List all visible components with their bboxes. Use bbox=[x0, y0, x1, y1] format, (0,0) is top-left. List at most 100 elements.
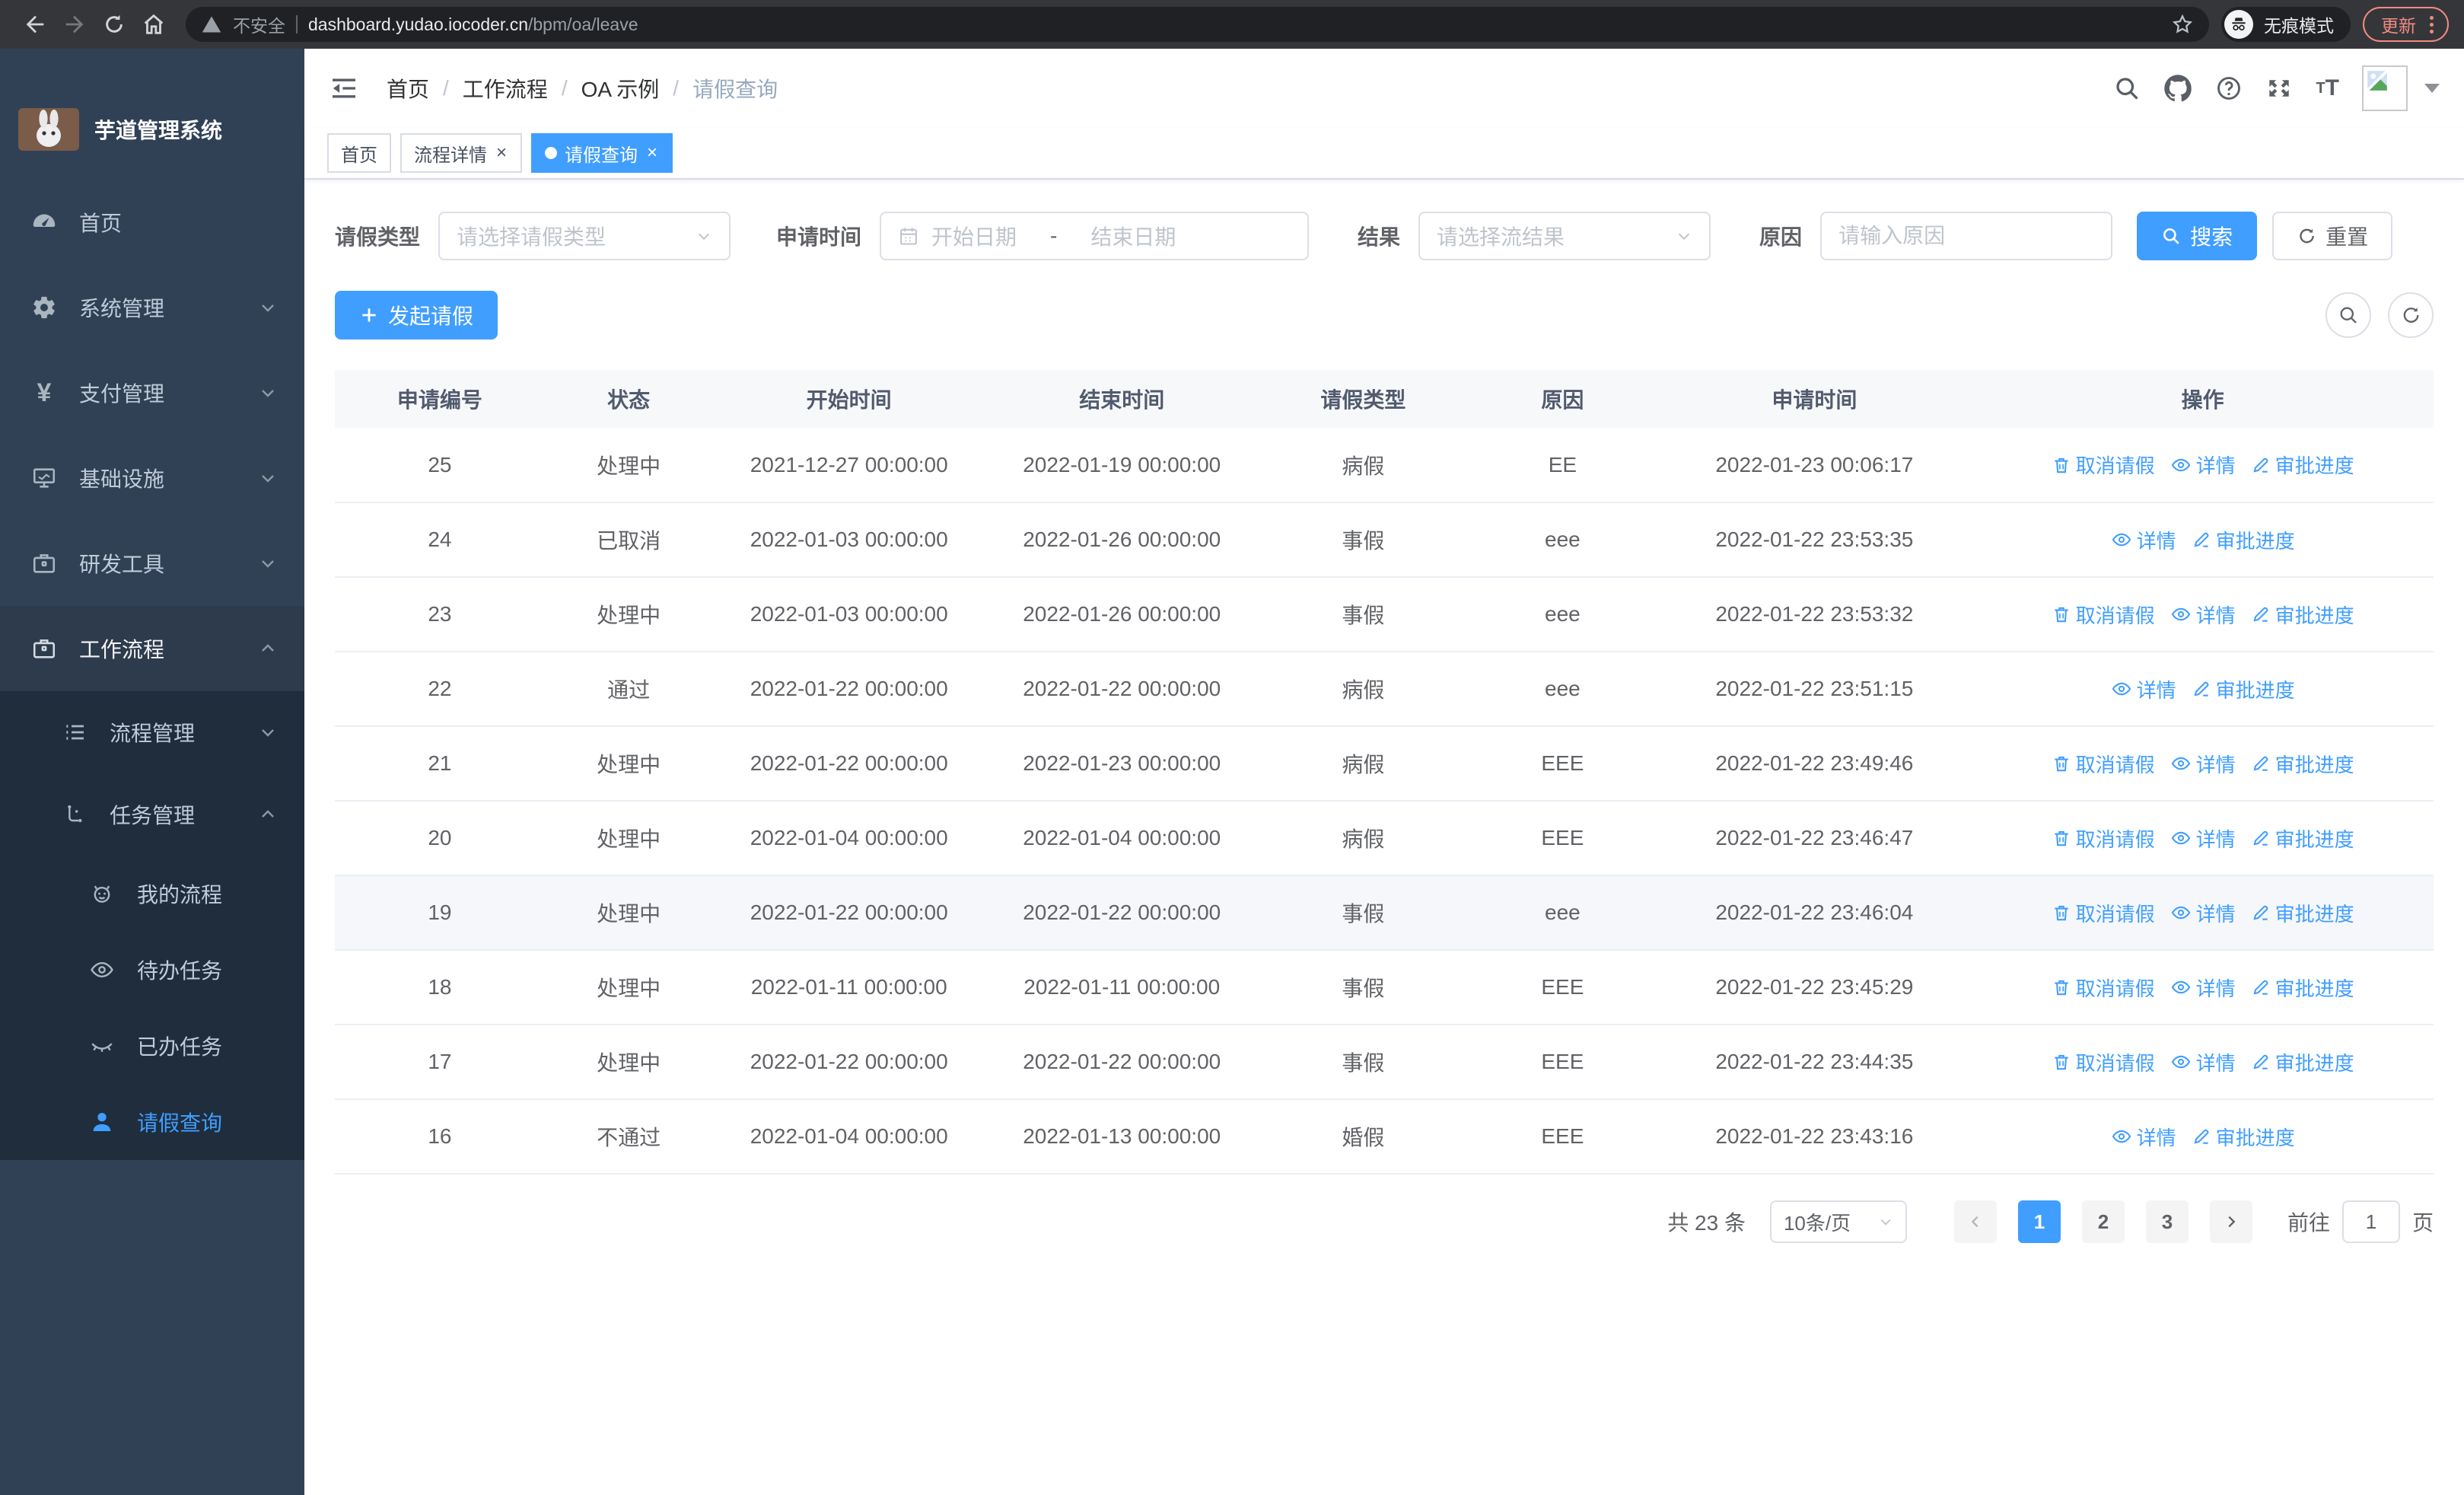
approval-progress-link[interactable]: 审批进度 bbox=[2251, 750, 2354, 778]
cancel-leave-link[interactable]: 取消请假 bbox=[2052, 451, 2155, 479]
close-icon[interactable]: × bbox=[495, 144, 508, 162]
github-icon[interactable] bbox=[2163, 74, 2192, 103]
approval-progress-link[interactable]: 审批进度 bbox=[2251, 451, 2354, 479]
cell-actions: 取消请假 详情 审批进度 bbox=[1972, 801, 2434, 876]
cell-actions: 详情 审批进度 bbox=[1972, 502, 2434, 578]
breadcrumb-item[interactable]: 首页 bbox=[387, 73, 429, 104]
reason-label: 原因 bbox=[1759, 225, 1803, 249]
bookmark-star-icon[interactable] bbox=[2171, 13, 2194, 36]
sidebar-item-payment[interactable]: ¥ 支付管理 bbox=[0, 350, 304, 435]
page-button-1[interactable]: 1 bbox=[2017, 1200, 2061, 1243]
reset-button[interactable]: 重置 bbox=[2272, 212, 2393, 260]
approval-progress-link[interactable]: 审批进度 bbox=[2192, 1123, 2295, 1151]
cell-reason: EEE bbox=[1468, 950, 1657, 1025]
reload-icon[interactable] bbox=[94, 5, 134, 44]
approval-progress-link[interactable]: 审批进度 bbox=[2192, 526, 2295, 554]
table-row: 21 处理中 2022-01-22 00:00:00 2022-01-23 00… bbox=[335, 726, 2434, 802]
fullscreen-icon[interactable] bbox=[2265, 75, 2293, 102]
update-button[interactable]: 更新 bbox=[2363, 7, 2449, 42]
sidebar-item-devtools[interactable]: 研发工具 bbox=[0, 521, 304, 606]
page-size-select[interactable]: 10条/页 bbox=[1769, 1200, 1907, 1243]
next-page-button[interactable] bbox=[2209, 1200, 2252, 1243]
sidebar-item-infra[interactable]: 基础设施 bbox=[0, 435, 304, 521]
approval-progress-link[interactable]: 审批进度 bbox=[2251, 1048, 2354, 1076]
cell-status: 处理中 bbox=[544, 726, 713, 802]
tab-leave-query[interactable]: 请假查询 × bbox=[531, 133, 673, 173]
breadcrumb-separator: / bbox=[673, 76, 680, 100]
table-row: 16 不通过 2022-01-04 00:00:00 2022-01-13 00… bbox=[335, 1099, 2434, 1175]
cell-start-time: 2022-01-22 00:00:00 bbox=[712, 1025, 985, 1100]
cell-reason: eee bbox=[1468, 652, 1657, 727]
detail-link[interactable]: 详情 bbox=[2170, 974, 2236, 1002]
approval-progress-link[interactable]: 审批进度 bbox=[2251, 824, 2354, 853]
detail-link[interactable]: 详情 bbox=[2111, 675, 2176, 703]
tab-label: 请假查询 bbox=[565, 145, 638, 166]
detail-link[interactable]: 详情 bbox=[2170, 1048, 2236, 1076]
detail-link[interactable]: 详情 bbox=[2170, 601, 2236, 629]
cancel-leave-link[interactable]: 取消请假 bbox=[2052, 750, 2155, 778]
detail-link[interactable]: 详情 bbox=[2111, 526, 2176, 554]
sidebar-item-leave-query[interactable]: 请假查询 bbox=[0, 1084, 304, 1160]
tab-home[interactable]: 首页 bbox=[327, 133, 391, 173]
cell-status: 已取消 bbox=[544, 502, 713, 578]
page-button-2[interactable]: 2 bbox=[2081, 1200, 2125, 1243]
detail-link[interactable]: 详情 bbox=[2170, 899, 2236, 927]
cell-end-time: 2022-01-04 00:00:00 bbox=[985, 801, 1259, 876]
back-icon[interactable] bbox=[15, 5, 55, 44]
apply-time-range-picker[interactable]: 开始日期 - 结束日期 bbox=[880, 212, 1310, 260]
toolbox-icon bbox=[30, 550, 58, 577]
detail-link[interactable]: 详情 bbox=[2170, 824, 2236, 853]
breadcrumb-item[interactable]: 工作流程 bbox=[463, 73, 548, 104]
search-button[interactable]: 搜索 bbox=[2137, 212, 2258, 260]
home-icon[interactable] bbox=[134, 5, 173, 44]
detail-link[interactable]: 详情 bbox=[2170, 750, 2236, 778]
sidebar-item-workflow[interactable]: 工作流程 bbox=[0, 606, 304, 691]
help-icon[interactable] bbox=[2215, 75, 2243, 102]
cancel-leave-link[interactable]: 取消请假 bbox=[2052, 1048, 2155, 1076]
cell-reason: EEE bbox=[1468, 726, 1657, 802]
result-select[interactable]: 请选择流结果 bbox=[1418, 212, 1711, 260]
caret-down-icon[interactable] bbox=[2424, 84, 2440, 93]
page-button-3[interactable]: 3 bbox=[2145, 1200, 2189, 1243]
close-icon[interactable]: × bbox=[645, 144, 659, 162]
sidebar-item-done-tasks[interactable]: 已办任务 bbox=[0, 1008, 304, 1084]
cell-end-time: 2022-01-26 00:00:00 bbox=[985, 502, 1259, 578]
url-bar[interactable]: 不安全 dashboard.yudao.iocoder.cn/bpm/oa/le… bbox=[186, 7, 2209, 42]
detail-link[interactable]: 详情 bbox=[2111, 1123, 2176, 1151]
cancel-leave-link[interactable]: 取消请假 bbox=[2052, 824, 2155, 853]
prev-page-button[interactable] bbox=[1953, 1200, 1997, 1243]
show-search-icon[interactable] bbox=[2326, 292, 2371, 338]
browser-menu-icon[interactable] bbox=[2430, 15, 2434, 33]
approval-progress-link[interactable]: 审批进度 bbox=[2251, 601, 2354, 629]
cancel-leave-link[interactable]: 取消请假 bbox=[2052, 601, 2155, 629]
forward-icon[interactable] bbox=[55, 5, 94, 44]
breadcrumb-item[interactable]: OA 示例 bbox=[581, 73, 660, 104]
goto-page-input[interactable] bbox=[2341, 1200, 2400, 1243]
update-label: 更新 bbox=[2381, 16, 2416, 36]
cancel-leave-link[interactable]: 取消请假 bbox=[2052, 974, 2155, 1002]
leave-type-select[interactable]: 请选择请假类型 bbox=[438, 212, 731, 260]
refresh-table-icon[interactable] bbox=[2388, 292, 2434, 338]
collapse-sidebar-icon[interactable] bbox=[329, 73, 359, 104]
tab-label: 流程详情 bbox=[414, 145, 487, 166]
app-logo-row[interactable]: 芋道管理系统 bbox=[0, 49, 304, 180]
sidebar-item-process-mgmt[interactable]: 流程管理 bbox=[0, 691, 304, 773]
font-size-icon[interactable]: TT bbox=[2316, 77, 2339, 100]
page-content: 请假类型 请选择请假类型 申请时间 开始日期 - 结束日期 结果 请选择流结果 … bbox=[304, 180, 2464, 1495]
sidebar-item-home[interactable]: 首页 bbox=[0, 180, 304, 265]
sidebar-item-todo-tasks[interactable]: 待办任务 bbox=[0, 932, 304, 1008]
approval-progress-link[interactable]: 审批进度 bbox=[2251, 974, 2354, 1002]
search-icon[interactable] bbox=[2113, 75, 2141, 102]
avatar[interactable] bbox=[2362, 65, 2408, 111]
detail-link[interactable]: 详情 bbox=[2170, 451, 2236, 479]
tab-process-detail[interactable]: 流程详情 × bbox=[400, 133, 523, 173]
create-leave-button[interactable]: 发起请假 bbox=[335, 291, 498, 339]
approval-progress-link[interactable]: 审批进度 bbox=[2192, 675, 2295, 703]
cell-id: 17 bbox=[335, 1025, 545, 1100]
cancel-leave-link[interactable]: 取消请假 bbox=[2052, 899, 2155, 927]
sidebar-item-my-process[interactable]: 我的流程 bbox=[0, 856, 304, 932]
sidebar-item-system[interactable]: 系统管理 bbox=[0, 265, 304, 350]
reason-input[interactable] bbox=[1822, 213, 2112, 259]
approval-progress-link[interactable]: 审批进度 bbox=[2251, 899, 2354, 927]
sidebar-item-task-mgmt[interactable]: 任务管理 bbox=[0, 773, 304, 856]
